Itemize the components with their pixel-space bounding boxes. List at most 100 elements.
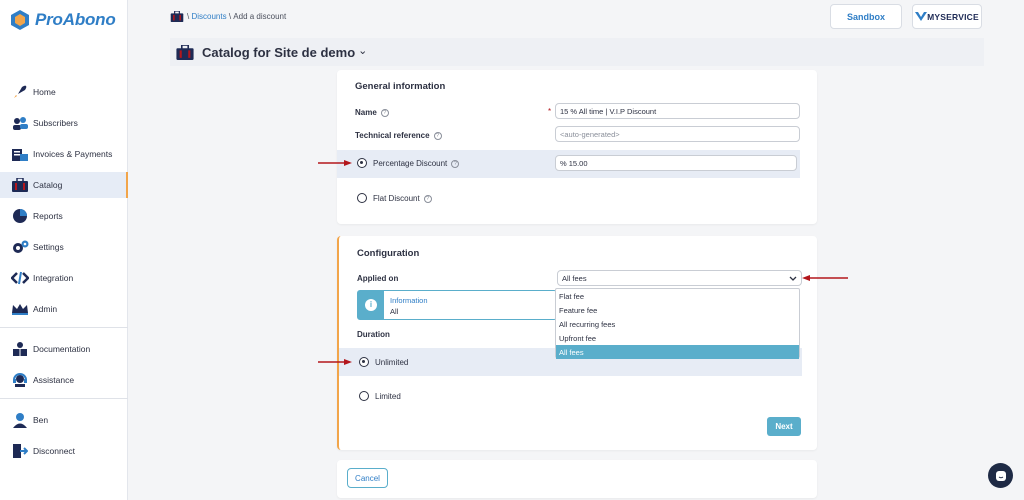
chat-button[interactable] [988,463,1013,488]
dropdown-option-selected[interactable]: All fees [556,345,799,359]
info-value: All [390,307,399,316]
percentage-input[interactable]: % 15.00 [555,155,797,171]
help-icon[interactable]: ? [423,194,432,203]
pie-chart-icon [11,208,29,224]
section-title: General information [355,81,446,92]
sidebar-item-label: Home [33,87,56,97]
sidebar-item-label: Reports [33,211,63,221]
applied-on-select[interactable]: All fees [557,270,802,286]
rocket-icon [11,84,29,100]
sidebar-item-label: Assistance [33,375,75,385]
sidebar-item-reports[interactable]: Reports [0,203,128,229]
percentage-label-text: Percentage Discount [373,159,448,168]
sidebar-divider [0,398,128,399]
unlimited-radio[interactable] [359,357,369,367]
sidebar-item-settings[interactable]: Settings [0,234,128,260]
annotation-arrow-icon [802,275,848,281]
help-icon[interactable]: ? [451,159,460,168]
sidebar-item-label: Integration [33,273,74,283]
actions-card [337,460,817,498]
info-box: i Information All [357,290,557,320]
name-label: Name ? [355,108,389,117]
sidebar-item-label: Settings [33,242,64,252]
sidebar-item-label: Catalog [33,180,63,190]
code-icon [11,270,29,286]
sandbox-button[interactable]: Sandbox [830,4,902,29]
sidebar-item-label: Admin [33,304,58,314]
service-name: MYSERVICE [927,11,979,22]
logo-text: ProAbono [35,10,116,29]
gears-icon [11,239,29,255]
dropdown-option[interactable]: Upfront fee [556,331,799,345]
annotation-arrow-icon [318,359,352,365]
sidebar-item-documentation[interactable]: Documentation [0,336,128,362]
flat-discount-label: Flat Discount ? [373,194,432,203]
invoices-icon [11,146,29,162]
applied-on-label: Applied on [357,274,399,283]
unlimited-label: Unlimited [375,358,409,367]
section-title: Configuration [357,248,420,259]
applied-on-value: All fees [562,273,587,283]
sidebar-item-label: Ben [33,415,49,425]
catalog-icon [176,44,194,60]
sidebar-item-disconnect[interactable]: Disconnect [0,438,128,464]
cancel-button[interactable]: Cancel [347,468,388,488]
flat-discount-radio[interactable] [357,193,367,203]
logout-icon [11,443,29,459]
sidebar-item-label: Documentation [33,344,91,354]
sidebar-item-integration[interactable]: Integration [0,265,128,291]
breadcrumb: \ Discounts \ Add a discount [170,11,286,22]
sidebar-divider [0,327,128,328]
percentage-option-row[interactable]: Percentage Discount ? % 15.00 [337,150,800,178]
sidebar-item-label: Disconnect [33,446,76,456]
duration-label: Duration [357,330,390,339]
name-label-text: Name [355,108,377,117]
techref-input[interactable]: <auto-generated> [555,126,800,142]
info-strip: i [358,291,384,319]
users-icon [11,115,29,131]
book-icon [11,341,29,357]
logo[interactable]: ProAbono [11,10,116,30]
techref-label: Technical reference ? [355,131,442,140]
sidebar-item-home[interactable]: Home [0,79,128,105]
catalog-icon [11,177,29,193]
sidebar-item-admin[interactable]: Admin [0,296,128,322]
percentage-label: Percentage Discount ? [373,159,460,168]
percentage-radio[interactable] [357,158,367,168]
general-info-card: General information Name ? * 15 % All ti… [337,70,817,224]
service-logo-button[interactable]: MYSERVICE [912,4,982,29]
sidebar: ProAbono Home Subscribers Invoices & Pay… [0,0,128,500]
sidebar-item-subscribers[interactable]: Subscribers [0,110,128,136]
dropdown-option[interactable]: Flat fee [556,289,799,303]
info-title: Information [390,296,428,305]
help-icon[interactable]: ? [433,131,442,140]
sidebar-item-user[interactable]: Ben [0,407,128,433]
chevron-down-icon: ⌄ [358,44,368,57]
sidebar-item-invoices[interactable]: Invoices & Payments [0,141,128,167]
sidebar-item-label: Subscribers [33,118,78,128]
dropdown-option[interactable]: Feature fee [556,303,799,317]
sidebar-item-catalog[interactable]: Catalog [0,172,128,198]
crown-icon [11,301,29,317]
catalog-selector[interactable]: Catalog for Site de demo ⌄ [170,38,984,66]
applied-on-dropdown[interactable]: Flat fee Feature fee All recurring fees … [555,288,800,359]
sidebar-item-label: Invoices & Payments [33,149,113,159]
headset-icon [11,372,29,388]
sidebar-item-assistance[interactable]: Assistance [0,367,128,393]
info-icon: i [365,299,377,311]
limited-radio[interactable] [359,391,369,401]
flat-label-text: Flat Discount [373,194,420,203]
required-marker: * [548,107,552,116]
annotation-arrow-icon [318,160,352,166]
techref-label-text: Technical reference [355,131,430,140]
chat-icon [995,470,1006,481]
page-title: Catalog for Site de demo [202,44,356,60]
breadcrumb-discounts-link[interactable]: Discounts [191,12,226,21]
name-input[interactable]: 15 % All time | V.I.P Discount [555,103,800,119]
help-icon[interactable]: ? [380,108,389,117]
logo-icon [11,10,29,30]
dropdown-option[interactable]: All recurring fees [556,317,799,331]
limited-label: Limited [375,392,401,401]
next-button[interactable]: Next [767,417,801,436]
user-icon [11,412,29,428]
